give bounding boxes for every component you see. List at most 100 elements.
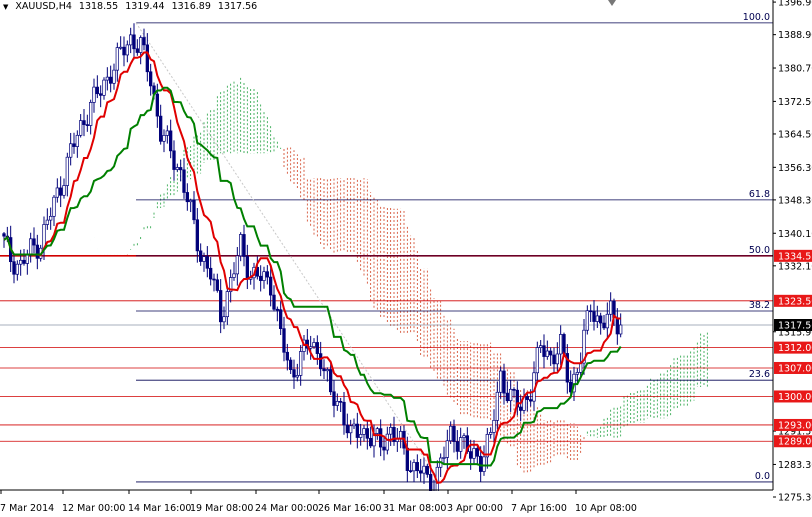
candle (162, 129, 166, 153)
candle-body (332, 391, 336, 406)
candle-body (619, 324, 623, 335)
candle-body (482, 456, 486, 472)
candle-body (319, 353, 323, 370)
candle (525, 392, 529, 412)
candle (299, 345, 303, 386)
candle-body (595, 315, 599, 322)
candle-body (539, 345, 543, 348)
candle-body (592, 311, 596, 322)
level-price-label: 1323.50 (778, 296, 812, 307)
candle-body (585, 310, 589, 331)
candle-body (602, 322, 606, 329)
candle (382, 435, 386, 461)
candle (89, 99, 93, 135)
candle-body (275, 308, 279, 311)
candle (455, 430, 459, 460)
candle-body (422, 465, 426, 474)
candle (129, 27, 133, 54)
fibonacci-level-label: 0.0 (755, 471, 770, 482)
candle-body (192, 200, 196, 221)
candle (305, 328, 309, 355)
candle (542, 334, 546, 369)
candle-body (129, 34, 133, 46)
candle (189, 198, 193, 213)
candle (145, 33, 149, 82)
candle-body (109, 76, 113, 84)
candle-body (59, 187, 63, 196)
high-value: 1319.44 (125, 1, 165, 12)
candle-body (222, 316, 226, 323)
candle-body (489, 432, 493, 435)
candle (292, 359, 296, 389)
candle (159, 104, 163, 145)
candle-body (195, 219, 199, 252)
chart-window[interactable]: ▼ XAUUSD,H4 1318.55 1319.44 1316.89 1317… (0, 0, 812, 517)
candle-body (499, 370, 503, 393)
candle-body (15, 263, 19, 275)
candle-body (309, 346, 313, 349)
candle (245, 244, 249, 290)
candle-body (385, 433, 389, 451)
time-tick-label: 3 Apr 00:00 (447, 503, 503, 514)
time-tick-label: 10 Apr 08:00 (575, 503, 637, 514)
line-kijun-sen (3, 86, 622, 467)
time-tick-label: 7 Apr 16:00 (511, 503, 567, 514)
candle-body (355, 423, 359, 438)
candle (352, 418, 356, 430)
candle-body (312, 342, 316, 348)
candle-body (72, 143, 76, 147)
low-value: 1316.89 (171, 1, 211, 12)
candle-body (245, 256, 249, 280)
candle-body (295, 375, 299, 378)
level-price-label: 1300.00 (778, 392, 812, 403)
candle (215, 273, 219, 293)
candle-body (542, 345, 546, 357)
price-chart[interactable]: 100.0 61.8 50.0 38.2 23.6 0.0 1396.90 1388.90 13… (0, 0, 812, 517)
time-tick-label: 31 Mar 08:00 (383, 503, 446, 514)
candle (332, 380, 336, 418)
candle (302, 334, 306, 361)
candle-body (132, 34, 136, 50)
candle-body (359, 434, 363, 438)
candle (205, 246, 209, 278)
candle (359, 423, 363, 446)
candle-body (159, 115, 163, 142)
candle-body (419, 470, 423, 474)
candle (342, 391, 346, 435)
candle-body (502, 370, 506, 394)
candle (175, 163, 179, 172)
candle-body (235, 255, 239, 275)
collapse-arrow-icon[interactable]: ▼ (3, 3, 8, 11)
candle (475, 445, 479, 466)
candle (522, 388, 526, 414)
candle (135, 39, 139, 56)
candle (212, 273, 216, 292)
candle-body (379, 428, 383, 448)
candle (222, 306, 226, 330)
candle-body (45, 219, 49, 225)
candle (119, 36, 123, 50)
level-price-label: 1293.00 (778, 420, 812, 431)
candle-body (55, 187, 59, 198)
candle (549, 347, 553, 366)
price-tick-label: 1364.50 (778, 129, 812, 140)
candle-body (425, 465, 429, 475)
candle-body (25, 254, 29, 264)
chart-header: ▼ XAUUSD,H4 1318.55 1319.44 1316.89 1317… (3, 1, 261, 12)
candle (389, 423, 393, 446)
candle-body (452, 425, 456, 442)
fibonacci-level-label: 50.0 (749, 245, 770, 256)
candle (142, 28, 146, 51)
candle (392, 416, 396, 446)
candle-body (495, 391, 499, 421)
candle (275, 306, 279, 322)
candle (512, 387, 516, 398)
candle (615, 308, 619, 345)
candle-body (169, 130, 173, 152)
candle-body (32, 238, 36, 246)
candle-body (339, 400, 343, 403)
price-tick-label: 1380.70 (778, 64, 812, 75)
candle (49, 207, 53, 230)
candle (229, 269, 233, 303)
price-tick-label: 1356.30 (778, 163, 812, 174)
